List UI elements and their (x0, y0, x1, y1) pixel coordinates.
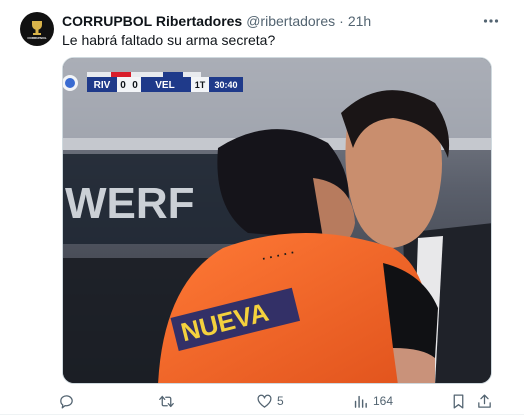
match-clock: 30:40 (214, 80, 237, 90)
heart-icon (257, 394, 272, 408)
more-options-button[interactable] (482, 12, 500, 30)
user-handle[interactable]: @ribertadores (246, 13, 335, 29)
share-button[interactable] (476, 390, 493, 412)
retweet-icon (159, 395, 174, 407)
trophy-logo-icon: CORRUPBOL (27, 21, 47, 40)
tweet-media-image[interactable]: WERF NUEVA · · · · · RIV 0 0 VEL 1T 30:4… (62, 57, 492, 384)
tweet-text: Le habrá faltado su arma secreta? (62, 32, 276, 48)
bookmark-icon (453, 393, 464, 409)
retweet-button[interactable] (158, 390, 179, 412)
display-name[interactable]: CORRUPBOL Ribertadores (62, 13, 242, 29)
more-dots-icon (483, 19, 499, 23)
views-count: 164 (373, 394, 394, 408)
like-button[interactable]: 5 (256, 390, 284, 412)
svg-text:CORRUPBOL: CORRUPBOL (27, 36, 47, 40)
share-upload-icon (478, 393, 491, 408)
tweet-header: CORRUPBOL Ribertadores @ribertadores · 2… (62, 12, 504, 30)
home-team-label: RIV (94, 80, 111, 91)
tweet-actions-bar: 5 164 (58, 390, 498, 412)
timestamp[interactable]: 21h (348, 13, 371, 29)
like-count: 5 (277, 394, 284, 408)
views-bar-chart-icon (354, 395, 367, 408)
period-label: 1T (195, 80, 206, 90)
views-button[interactable]: 164 (352, 390, 393, 412)
home-score: 0 (120, 80, 126, 91)
separator-dot: · (339, 13, 344, 29)
away-team-label: VEL (155, 80, 174, 91)
reply-bubble-icon (60, 394, 73, 409)
bookmark-button[interactable] (450, 390, 467, 412)
avatar[interactable]: CORRUPBOL (20, 12, 54, 46)
away-score: 0 (132, 80, 138, 91)
reply-button[interactable] (58, 390, 79, 412)
background-board-text: WERF (65, 179, 195, 228)
tweet-card[interactable]: CORRUPBOL CORRUPBOL Ribertadores @ribert… (0, 0, 524, 415)
